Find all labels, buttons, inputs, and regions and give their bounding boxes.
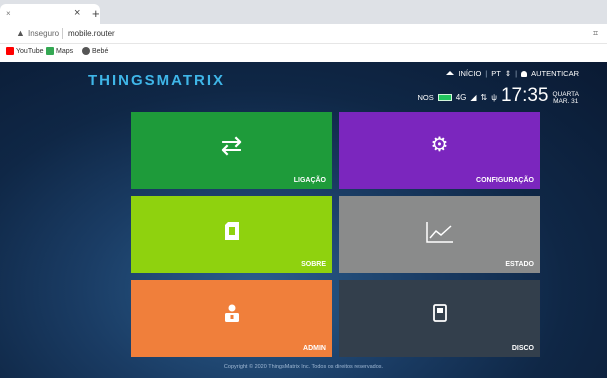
tile-label: ESTADO — [505, 261, 534, 268]
operator-name: NOS — [417, 93, 434, 102]
battery-icon — [437, 94, 452, 101]
bookmark-label: YouTube — [16, 47, 44, 55]
disk-card-icon — [339, 304, 540, 327]
address-bar[interactable]: ▲ Inseguro mobile.router ⌗ — [0, 24, 607, 44]
exchange-arrows-icon: ⇄ — [220, 130, 243, 160]
wifi-antenna-icon: ψ — [491, 93, 497, 102]
top-nav: INÍCIO | PT ⇕ | AUTENTICAR — [446, 69, 579, 78]
home-icon — [446, 70, 455, 75]
tile-estado[interactable]: ESTADO — [339, 196, 540, 273]
browser-tab[interactable]: × × — [0, 4, 100, 24]
tile-label: DISCO — [511, 345, 534, 352]
bookmarks-bar: YouTube Maps Bebé — [0, 44, 607, 62]
admin-user-icon — [131, 304, 332, 327]
url-text[interactable]: mobile.router — [68, 29, 115, 38]
tab-favicon-icon: × — [6, 9, 11, 18]
tile-label: LIGAÇÃO — [293, 177, 326, 184]
tile-label: CONFIGURAÇÃO — [476, 177, 534, 184]
status-row: NOS 4G ◢ ⇅ ψ 17:35 QUARTA MAR. 31 — [417, 86, 579, 105]
clock-date: QUARTA MAR. 31 — [553, 91, 580, 105]
nav-separator: | — [485, 69, 488, 78]
nav-separator: | — [515, 69, 518, 78]
sim-card-icon — [131, 222, 332, 245]
bookmark-bebe[interactable]: Bebé — [82, 47, 108, 55]
tile-configuracao[interactable]: ⚙ CONFIGURAÇÃO — [339, 112, 540, 189]
bookmark-maps[interactable]: Maps — [46, 47, 73, 55]
bookmark-youtube[interactable]: YouTube — [6, 47, 44, 55]
user-icon — [521, 70, 528, 77]
new-tab-button[interactable]: + — [92, 6, 100, 21]
network-type: 4G — [455, 93, 467, 102]
tile-ligacao[interactable]: ⇄ LIGAÇÃO — [131, 112, 332, 189]
weekday: QUARTA — [552, 91, 580, 98]
signal-icon: ◢ — [470, 93, 477, 102]
logo: THINGSMATRIX — [88, 72, 226, 89]
date: MAR. 31 — [553, 98, 579, 105]
translate-icon[interactable]: ⌗ — [593, 28, 598, 39]
footer-copyright: Copyright © 2020 ThingsMatrix Inc. Todos… — [223, 364, 384, 370]
gears-icon: ⚙ — [430, 134, 449, 156]
data-transfer-icon: ⇅ — [480, 93, 488, 102]
bookmark-label: Maps — [56, 47, 74, 55]
tile-label: ADMIN — [303, 345, 326, 352]
tile-disco[interactable]: DISCO — [339, 280, 540, 357]
address-separator — [62, 28, 63, 39]
router-page: THINGSMATRIX INÍCIO | PT ⇕ | AUTENTICAR … — [0, 62, 607, 378]
insecure-label: Inseguro — [28, 29, 60, 38]
tab-close-icon[interactable]: × — [74, 7, 80, 19]
globe-icon — [82, 47, 90, 55]
tile-admin[interactable]: ADMIN — [131, 280, 332, 357]
warning-icon[interactable]: ▲ — [16, 28, 25, 38]
youtube-icon — [6, 47, 14, 55]
login-link[interactable]: AUTENTICAR — [531, 69, 579, 78]
language-toggle-icon[interactable]: ⇕ — [505, 69, 511, 78]
bookmark-label: Bebé — [92, 47, 109, 55]
browser-tab-bar: × × + — [0, 0, 607, 24]
chart-line-icon — [339, 220, 540, 249]
clock-time: 17:35 — [500, 85, 549, 106]
tile-label: SOBRE — [301, 261, 326, 268]
tile-sobre[interactable]: SOBRE — [131, 196, 332, 273]
language-selector[interactable]: PT — [491, 69, 501, 78]
nav-home-link[interactable]: INÍCIO — [458, 69, 481, 78]
maps-icon — [46, 47, 54, 55]
